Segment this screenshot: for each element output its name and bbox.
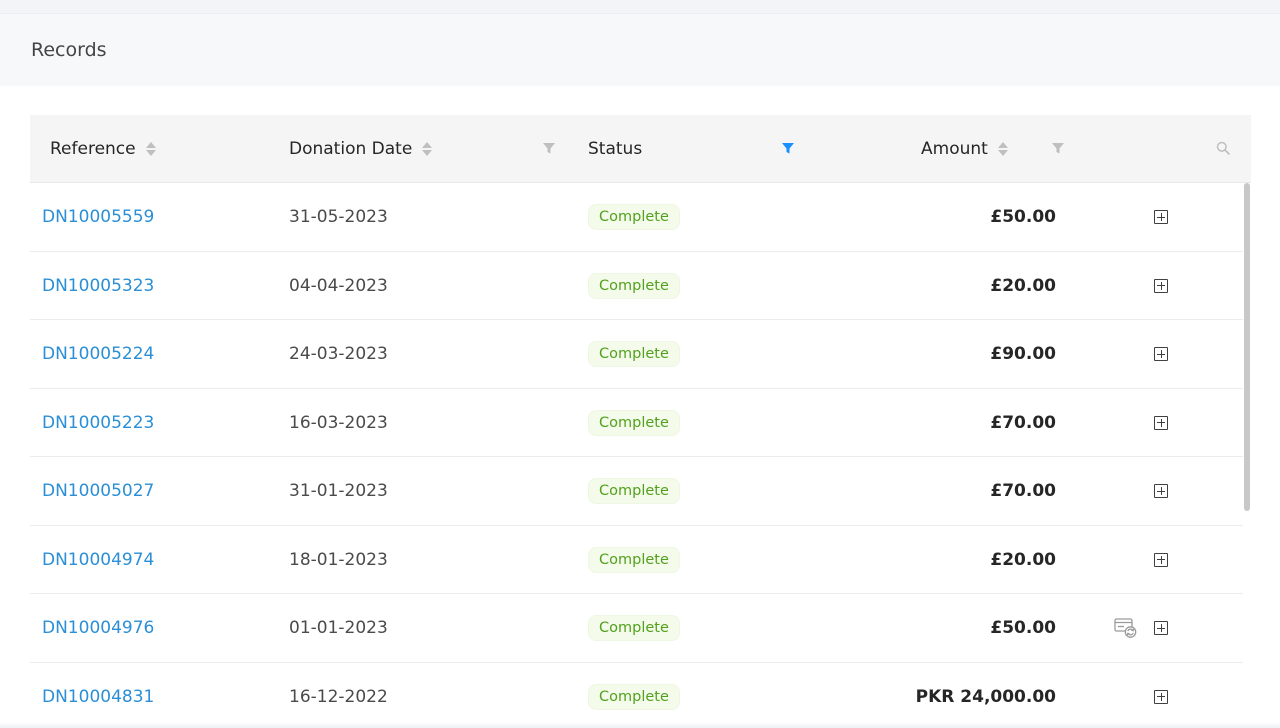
reference-link[interactable]: DN10004974 — [42, 526, 154, 594]
status-cell: Complete — [588, 252, 680, 320]
reference-link[interactable]: DN10005323 — [42, 252, 154, 320]
status-badge: Complete — [588, 409, 680, 436]
status-cell: Complete — [588, 183, 680, 251]
expand-row-button[interactable] — [1154, 457, 1168, 525]
amount: £50.00 — [990, 618, 1056, 638]
status-badge: Complete — [588, 204, 680, 230]
sort-icon[interactable] — [997, 141, 1008, 156]
donation-date: 31-01-2023 — [289, 481, 388, 501]
table-body: DN10005559 31-05-2023 Complete £50.00 DN… — [30, 183, 1243, 728]
recurring-payment-icon[interactable] — [1114, 594, 1138, 662]
column-label-status: Status — [588, 138, 643, 159]
donation-date: 01-01-2023 — [289, 618, 388, 638]
amount: £20.00 — [990, 275, 1056, 296]
status-badge: Complete — [588, 546, 680, 573]
donation-date: 16-03-2023 — [289, 412, 388, 433]
table-row[interactable]: DN10005224 24-03-2023 Complete £90.00 — [30, 320, 1243, 389]
sort-icon[interactable] — [145, 141, 156, 156]
top-bar — [0, 0, 1280, 14]
table-row[interactable]: DN10004974 18-01-2023 Complete £20.00 — [30, 526, 1243, 594]
column-label-reference: Reference — [50, 138, 136, 159]
expand-row-button[interactable] — [1154, 663, 1168, 728]
amount: £20.00 — [990, 549, 1056, 570]
status-badge: Complete — [588, 341, 680, 367]
status-badge: Complete — [588, 478, 680, 504]
table-row[interactable]: DN10004976 01-01-2023 Complete £50.00 — [30, 594, 1243, 663]
amount: £70.00 — [990, 481, 1056, 501]
scroll-thumb[interactable] — [1244, 183, 1250, 511]
search-icon[interactable] — [1216, 141, 1230, 155]
expand-row-button[interactable] — [1154, 183, 1168, 251]
expand-row-button[interactable] — [1154, 389, 1168, 457]
column-header-reference[interactable]: Reference — [50, 115, 156, 182]
donation-date: 16-12-2022 — [289, 686, 388, 707]
page-header: Records — [0, 14, 1280, 86]
plus-square-icon[interactable] — [1154, 415, 1168, 430]
filter-active-icon[interactable] — [781, 141, 795, 155]
reference-link[interactable]: DN10004831 — [42, 663, 154, 728]
status-cell: Complete — [588, 320, 680, 388]
status-badge: Complete — [588, 683, 680, 710]
bottom-edge — [0, 722, 1280, 728]
sort-icon[interactable] — [422, 141, 433, 156]
status-badge: Complete — [588, 615, 680, 641]
filter-icon[interactable] — [542, 141, 556, 155]
expand-row-button[interactable] — [1154, 320, 1168, 388]
reference-link[interactable]: DN10005559 — [42, 183, 154, 251]
table-row[interactable]: DN10005027 31-01-2023 Complete £70.00 — [30, 457, 1243, 526]
scrollbar[interactable] — [1243, 183, 1251, 728]
status-cell: Complete — [588, 389, 680, 457]
reference-link[interactable]: DN10005223 — [42, 389, 154, 457]
expand-row-button[interactable] — [1154, 252, 1168, 320]
status-cell: Complete — [588, 594, 680, 662]
reference-link[interactable]: DN10004976 — [42, 594, 154, 662]
status-badge: Complete — [588, 272, 680, 299]
plus-square-icon[interactable] — [1154, 621, 1168, 635]
donation-date: 24-03-2023 — [289, 344, 388, 364]
table-header: Reference Donation Date Status Amount — [30, 115, 1251, 183]
status-cell: Complete — [588, 526, 680, 594]
records-table: Reference Donation Date Status Amount DN — [30, 115, 1251, 728]
expand-row-button[interactable] — [1154, 526, 1168, 594]
donation-date: 31-05-2023 — [289, 207, 388, 227]
donation-date: 18-01-2023 — [289, 549, 388, 570]
status-cell: Complete — [588, 663, 680, 728]
amount: £50.00 — [990, 207, 1056, 227]
plus-square-icon[interactable] — [1154, 347, 1168, 361]
status-cell: Complete — [588, 457, 680, 525]
amount: £90.00 — [990, 344, 1056, 364]
amount: £70.00 — [990, 412, 1056, 433]
reference-link[interactable]: DN10005027 — [42, 457, 154, 525]
plus-square-icon[interactable] — [1154, 210, 1168, 224]
plus-square-icon[interactable] — [1154, 484, 1168, 498]
filter-icon[interactable] — [1051, 141, 1065, 155]
plus-square-icon[interactable] — [1154, 689, 1168, 704]
column-header-donation-date[interactable]: Donation Date — [289, 115, 433, 182]
reference-link[interactable]: DN10005224 — [42, 320, 154, 388]
table-row[interactable]: DN10005559 31-05-2023 Complete £50.00 — [30, 183, 1243, 252]
table-row[interactable]: DN10004831 16-12-2022 Complete PKR 24,00… — [30, 663, 1243, 728]
column-header-status: Status — [588, 115, 642, 182]
table-row[interactable]: DN10005223 16-03-2023 Complete £70.00 — [30, 389, 1243, 457]
page-title: Records — [31, 39, 107, 61]
donation-date: 04-04-2023 — [289, 275, 388, 296]
column-header-amount[interactable]: Amount — [921, 115, 1008, 182]
plus-square-icon[interactable] — [1154, 552, 1168, 567]
expand-row-button[interactable] — [1154, 594, 1168, 662]
column-label-amount: Amount — [921, 138, 988, 159]
amount: PKR 24,000.00 — [915, 686, 1056, 707]
plus-square-icon[interactable] — [1154, 278, 1168, 293]
column-label-donation-date: Donation Date — [289, 138, 413, 159]
table-row[interactable]: DN10005323 04-04-2023 Complete £20.00 — [30, 252, 1243, 320]
